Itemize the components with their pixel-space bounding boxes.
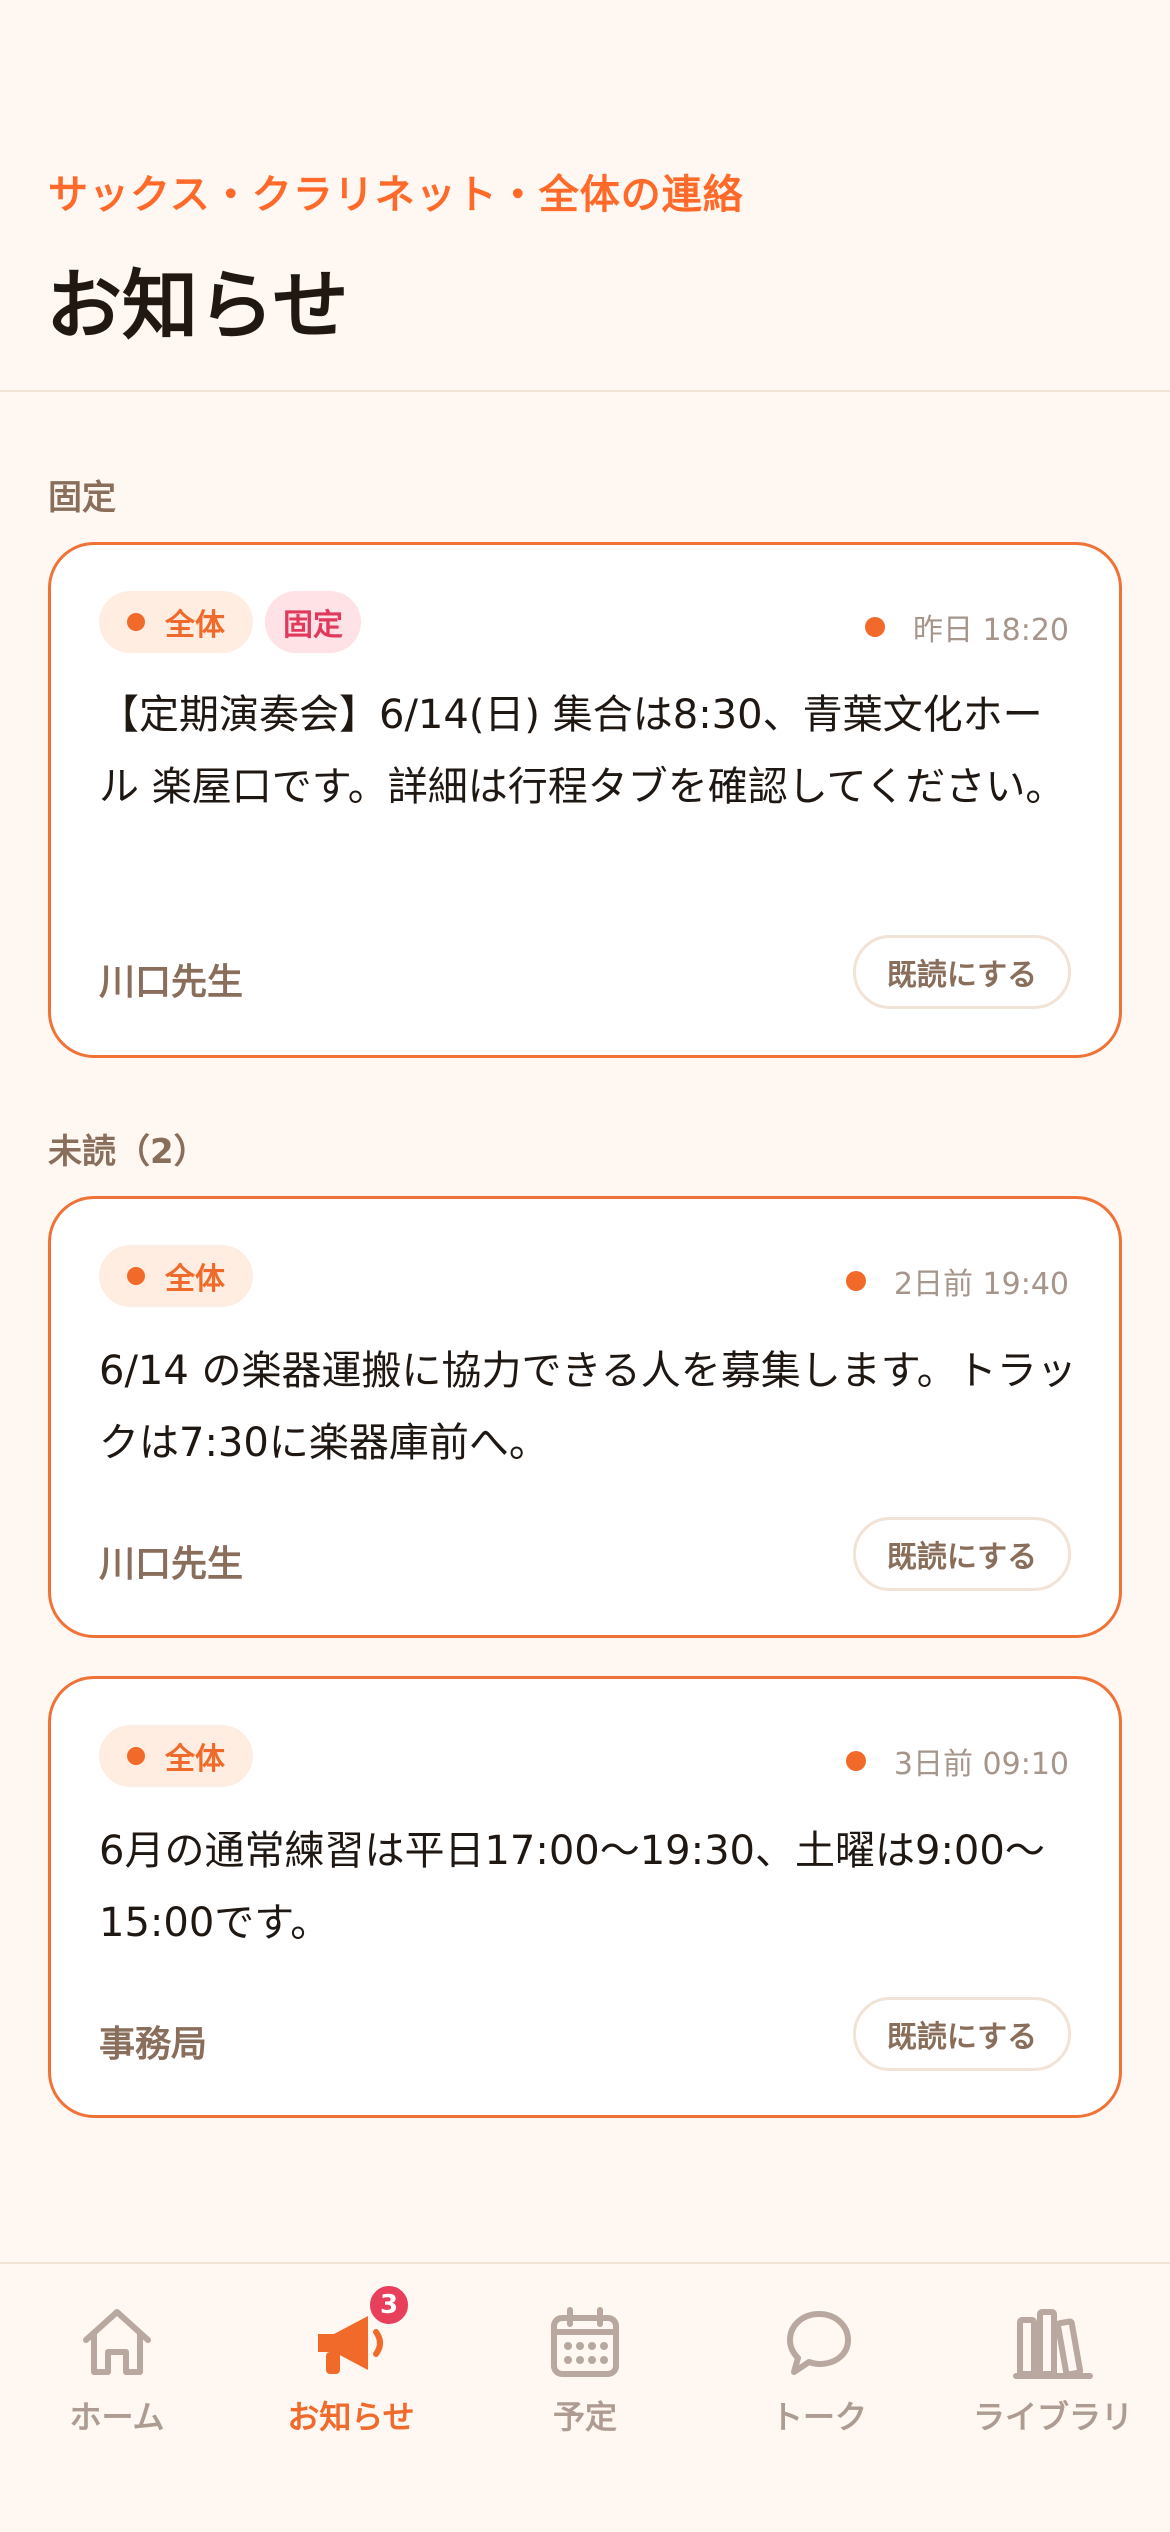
pinned-chip-label: 固定	[283, 608, 343, 643]
audience-dot-icon	[127, 1267, 145, 1285]
notice-meta: 3日前 09:10	[845, 1739, 1069, 1783]
audience-dot-icon	[127, 613, 145, 631]
bottom-tab-bar: ホーム 3 お知らせ 予定 トーク ライブラリ	[0, 2262, 1170, 2532]
audience-dot-icon	[127, 1747, 145, 1765]
mark-read-button[interactable]: 既読にする	[853, 935, 1071, 1009]
notice-chips: 全体 固定	[99, 591, 361, 653]
audience-chip-label: 全体	[165, 1742, 225, 1777]
notice-time: 昨日 18:20	[913, 613, 1069, 648]
audience-chip-label: 全体	[165, 608, 225, 643]
unread-dot-icon	[845, 1271, 866, 1291]
notice-author: 川口先生	[99, 962, 244, 1003]
section-label-pinned: 固定	[48, 478, 116, 518]
home-icon	[83, 2309, 151, 2375]
unread-dot-icon	[865, 617, 885, 637]
tab-label: ライブラリ	[972, 2398, 1133, 2436]
tab-library[interactable]: ライブラリ	[936, 2264, 1170, 2464]
audience-chip: 全体	[99, 1725, 253, 1787]
notice-author: 川口先生	[99, 1544, 244, 1585]
notice-body: 6月の通常練習は平日17:00〜19:30、土曜は9:00〜15:00です。	[99, 1828, 1045, 1946]
notification-badge: 3	[366, 2282, 412, 2328]
tab-notices[interactable]: 3 お知らせ	[234, 2264, 468, 2464]
notice-body: 6/14 の楽器運搬に協力できる人を募集します。トラックは7:30に楽器庫前へ。	[99, 1348, 1077, 1466]
tab-label: 予定	[552, 2398, 617, 2436]
audience-chip: 全体	[99, 1245, 253, 1307]
unread-dot-icon	[845, 1751, 866, 1771]
notice-time: 3日前 09:10	[893, 1747, 1069, 1782]
tab-schedule[interactable]: 予定	[468, 2264, 702, 2464]
notice-author: 事務局	[99, 2024, 208, 2065]
pinned-chip: 固定	[265, 591, 361, 653]
page-title: お知らせ	[46, 261, 349, 350]
tab-talk[interactable]: トーク	[702, 2264, 936, 2464]
section-label-unread: 未読（2）	[48, 1132, 208, 1172]
notices-screen: サックス・クラリネット・全体の連絡 お知らせ 固定 全体 固定 昨日 18:20…	[0, 0, 1170, 2532]
notice-card[interactable]: 全体 2日前 19:40 6/14 の楽器運搬に協力できる人を募集します。トラッ…	[48, 1196, 1122, 1638]
chat-bubble-icon	[787, 2311, 851, 2375]
group-subtitle: サックス・クラリネット・全体の連絡	[48, 172, 744, 218]
audience-chip: 全体	[99, 591, 253, 653]
notice-meta: 2日前 19:40	[845, 1259, 1069, 1303]
audience-chip-label: 全体	[165, 1262, 225, 1297]
header: サックス・クラリネット・全体の連絡 お知らせ	[0, 0, 1170, 392]
notice-card[interactable]: 全体 固定 昨日 18:20 【定期演奏会】6/14(日) 集合は8:30、青葉…	[48, 542, 1122, 1058]
notice-meta: 昨日 18:20	[865, 605, 1069, 649]
tab-label: お知らせ	[287, 2398, 415, 2436]
notice-chips: 全体	[99, 1245, 253, 1307]
calendar-icon	[551, 2307, 619, 2377]
library-icon	[1013, 2309, 1093, 2379]
mark-read-button[interactable]: 既読にする	[853, 1997, 1071, 2071]
tab-label: ホーム	[69, 2398, 165, 2436]
tab-home[interactable]: ホーム	[0, 2264, 234, 2464]
notice-time: 2日前 19:40	[893, 1267, 1069, 1302]
notice-chips: 全体	[99, 1725, 253, 1787]
tab-label: トーク	[770, 2398, 867, 2436]
mark-read-button[interactable]: 既読にする	[853, 1517, 1071, 1591]
notice-body: 【定期演奏会】6/14(日) 集合は8:30、青葉文化ホール 楽屋口です。詳細は…	[99, 692, 1066, 810]
notice-card[interactable]: 全体 3日前 09:10 6月の通常練習は平日17:00〜19:30、土曜は9:…	[48, 1676, 1122, 2118]
